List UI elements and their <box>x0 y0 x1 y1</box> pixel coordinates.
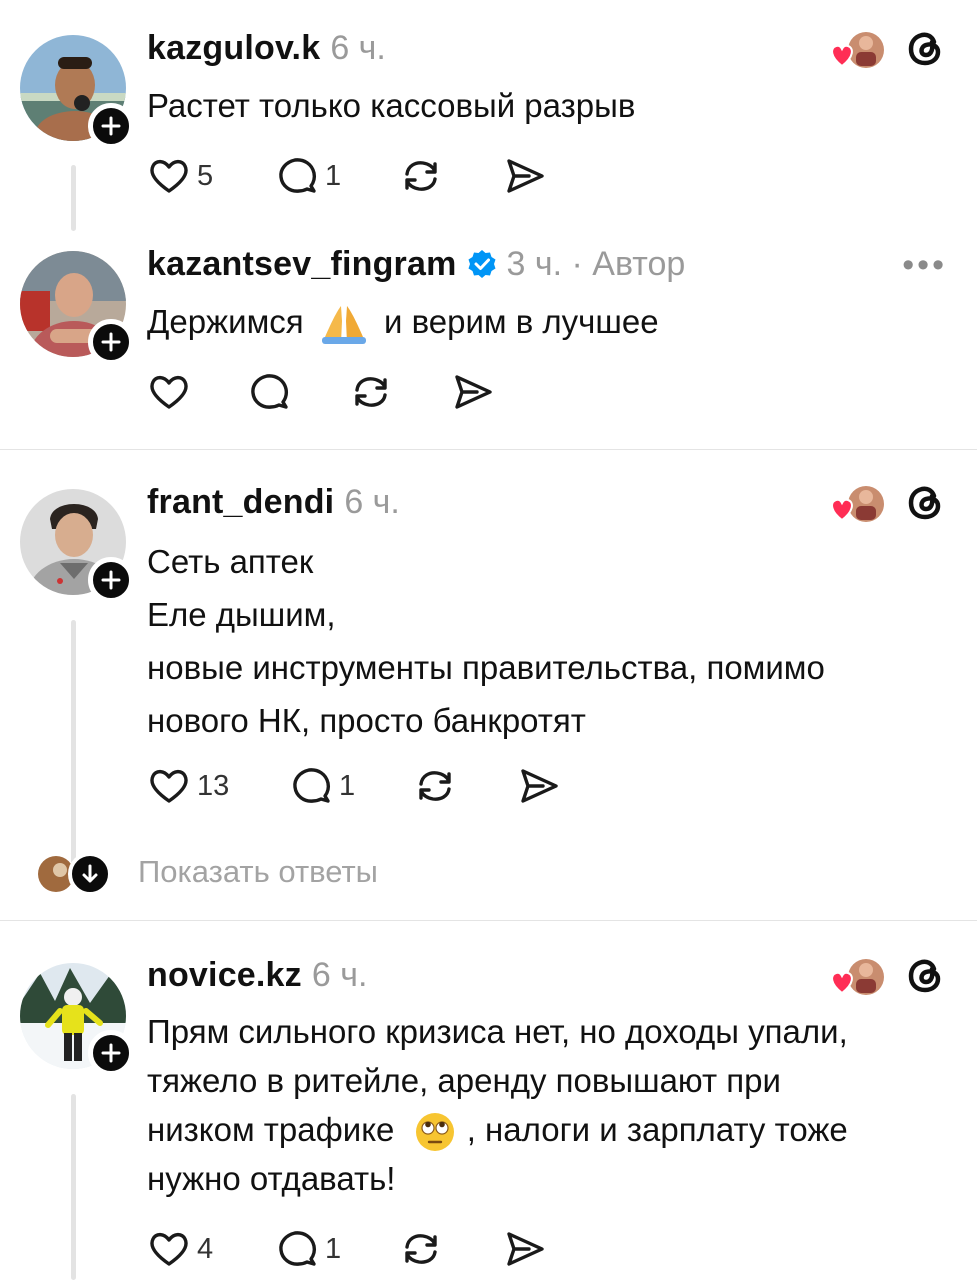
like-button[interactable]: 4 <box>147 1227 213 1271</box>
repost-icon <box>355 377 387 407</box>
post-frant-dendi: frant_dendi 6 ч. Сеть аптек Еле дышим, н… <box>0 450 977 920</box>
text-line: низком трафике , налоги и зарплату тоже <box>147 1105 947 1154</box>
heart-icon <box>150 159 188 193</box>
share-button[interactable] <box>503 154 547 198</box>
action-bar: 13 1 <box>147 764 567 808</box>
timestamp: 6 ч. <box>344 482 400 521</box>
show-replies-label[interactable]: Показать ответы <box>138 854 378 890</box>
timestamp: 6 ч. <box>330 28 386 67</box>
share-icon <box>507 1232 544 1266</box>
liked-by-author-icon <box>831 32 884 68</box>
liked-by-author-icon <box>831 486 884 522</box>
share-button[interactable] <box>503 1227 547 1271</box>
text-line: нового НК, просто банкротят <box>147 702 586 739</box>
username[interactable]: kazgulov.k <box>147 29 320 68</box>
repost-icon <box>405 161 437 191</box>
reply-button[interactable] <box>247 370 291 414</box>
post-header: frant_dendi 6 ч. <box>147 482 400 522</box>
post-header: novice.kz 6 ч. <box>147 955 367 995</box>
action-bar <box>147 370 507 414</box>
action-bar: 4 1 <box>147 1227 567 1271</box>
action-bar: 5 1 <box>147 154 567 198</box>
heart-icon <box>150 769 188 803</box>
share-icon <box>507 159 544 193</box>
post-header: kazantsev_fingram 3 ч. · Автор <box>147 244 685 284</box>
follow-plus-button[interactable] <box>88 103 134 149</box>
verified-icon <box>468 250 496 278</box>
follow-plus-button[interactable] <box>88 1030 134 1076</box>
reply-button[interactable]: 1 <box>275 154 341 198</box>
repost-icon <box>405 1234 437 1264</box>
post-novice: novice.kz 6 ч. Прям сильного кризиса нет… <box>0 921 977 1280</box>
liked-by-author-icon <box>831 959 884 995</box>
reply-count: 1 <box>325 159 342 192</box>
comment-icon <box>251 374 289 409</box>
reply-button[interactable]: 1 <box>289 764 355 808</box>
post-text: Держимся и верим в лучшее <box>147 297 947 346</box>
share-button[interactable] <box>517 764 561 808</box>
threads-logo-icon[interactable] <box>905 955 947 997</box>
repost-button[interactable] <box>349 370 393 414</box>
repost-button[interactable] <box>399 1227 443 1271</box>
thread-line <box>71 165 76 231</box>
text-line: новые инструменты правительства, помимо <box>147 649 825 686</box>
reply-count: 1 <box>325 1232 342 1265</box>
show-replies-row[interactable]: Показать ответы <box>36 852 436 896</box>
share-icon <box>521 769 558 803</box>
like-button[interactable]: 13 <box>147 764 229 808</box>
like-button[interactable] <box>147 370 191 414</box>
repost-button[interactable] <box>413 764 457 808</box>
text-line: тяжело в ритейле, аренду повышают при <box>147 1062 781 1099</box>
comment-icon <box>293 768 331 803</box>
text-line: Еле дышим, <box>147 596 336 633</box>
post-text: Растет только кассовый разрыв <box>147 81 947 130</box>
timestamp: 6 ч. <box>311 955 368 994</box>
reply-button[interactable]: 1 <box>275 1227 341 1271</box>
thread-line <box>71 620 76 872</box>
follow-plus-button[interactable] <box>88 557 134 603</box>
text-part: низком трафике <box>147 1111 395 1148</box>
like-count: 5 <box>197 159 214 192</box>
comment-icon <box>279 158 317 193</box>
reply-count: 1 <box>339 769 356 802</box>
text-line: Прям сильного кризиса нет, но доходы упа… <box>147 1013 848 1050</box>
text-line: Сеть аптек <box>147 543 314 580</box>
text-part: , налоги и зарплату тоже <box>466 1111 848 1148</box>
post-text: Прям сильного кризиса нет, но доходы упа… <box>147 1007 947 1203</box>
plus-icon <box>101 570 121 590</box>
heart-icon <box>150 1232 188 1266</box>
text-part: Держимся <box>147 303 304 340</box>
more-icon[interactable]: ••• <box>902 246 947 285</box>
share-icon <box>455 375 492 409</box>
comment-icon <box>279 1231 317 1266</box>
follow-plus-button[interactable] <box>88 319 134 365</box>
like-count: 4 <box>197 1232 214 1265</box>
username[interactable]: novice.kz <box>147 956 302 995</box>
plus-icon <box>101 1043 121 1063</box>
thread-line <box>71 1094 76 1280</box>
share-button[interactable] <box>451 370 495 414</box>
post-header: kazgulov.k 6 ч. <box>147 28 386 68</box>
post-kazantsev: kazantsev_fingram 3 ч. · Автор ••• Держи… <box>0 240 977 450</box>
face-with-rolling-eyes-emoji <box>415 1113 454 1152</box>
post-kazgulov: kazgulov.k 6 ч. Растет только кассовый р… <box>0 0 977 240</box>
repost-icon <box>419 771 451 801</box>
text-part: и верим в лучшее <box>383 303 659 340</box>
arrow-down-icon <box>68 852 112 896</box>
username[interactable]: kazantsev_fingram <box>147 245 457 284</box>
text-line: Растет только кассовый разрыв <box>147 87 636 124</box>
post-text: Сеть аптек Еле дышим, новые инструменты … <box>147 535 947 747</box>
timestamp-author: 3 ч. · Автор <box>506 244 686 283</box>
heart-icon <box>150 375 188 409</box>
threads-logo-icon[interactable] <box>905 28 947 70</box>
plus-icon <box>101 116 121 136</box>
threads-logo-icon[interactable] <box>905 482 947 524</box>
text-line: нужно отдавать! <box>147 1160 396 1197</box>
like-button[interactable]: 5 <box>147 154 213 198</box>
repost-button[interactable] <box>399 154 443 198</box>
folded-hands-emoji <box>321 306 366 345</box>
like-count: 13 <box>197 769 230 802</box>
username[interactable]: frant_dendi <box>147 483 334 522</box>
plus-icon <box>101 332 121 352</box>
